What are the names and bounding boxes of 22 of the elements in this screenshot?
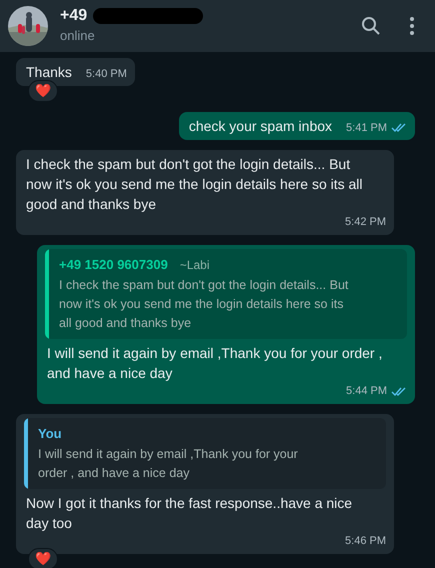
message-time: 5:41 PM [346,120,387,136]
quote-text: I check the spam but don't got the login details... But now it's ok you send me the login details here so its all good and thanks bye [59,277,349,332]
message-text: I check the spam but don't got the login details... But now it's ok you send me the login details here so its all good and thanks bye [25,155,364,214]
message-text: Now I got it thanks for the fast response..have a nice day too [25,494,354,533]
message-text: I will send it again by email ,Thank you for your order , and have a nice day [46,344,384,383]
message-time: 5:46 PM [345,534,386,549]
more-vertical-icon [409,16,415,36]
message-text: check your spam inbox [188,117,334,136]
message-time: 5:44 PM [346,384,387,399]
contact-name: +49 [60,6,88,26]
search-icon [361,16,381,36]
quoted-message[interactable]: +49 1520 9607309 ~Labi I check the spam but don't got the login details... But now it's ok you send me the login details here so its all good and thanks bye [45,248,407,339]
quoted-message[interactable]: You I will send it again by email ,Thank you for your order , and have a nice day [24,418,386,489]
quote-text: I will send it again by email ,Thank you for your order , and have a nice day [38,446,299,482]
quote-author-note: ~Labi [180,256,210,274]
message-time: 5:40 PM [86,66,127,82]
quote-author: +49 1520 9607309 [59,256,168,274]
quote-author: You [38,424,62,442]
message-text: Thanks [25,63,73,82]
reaction-badge[interactable]: ❤ [28,80,58,102]
contact-status: online [60,27,96,46]
message-time: 5:42 PM [345,215,386,230]
